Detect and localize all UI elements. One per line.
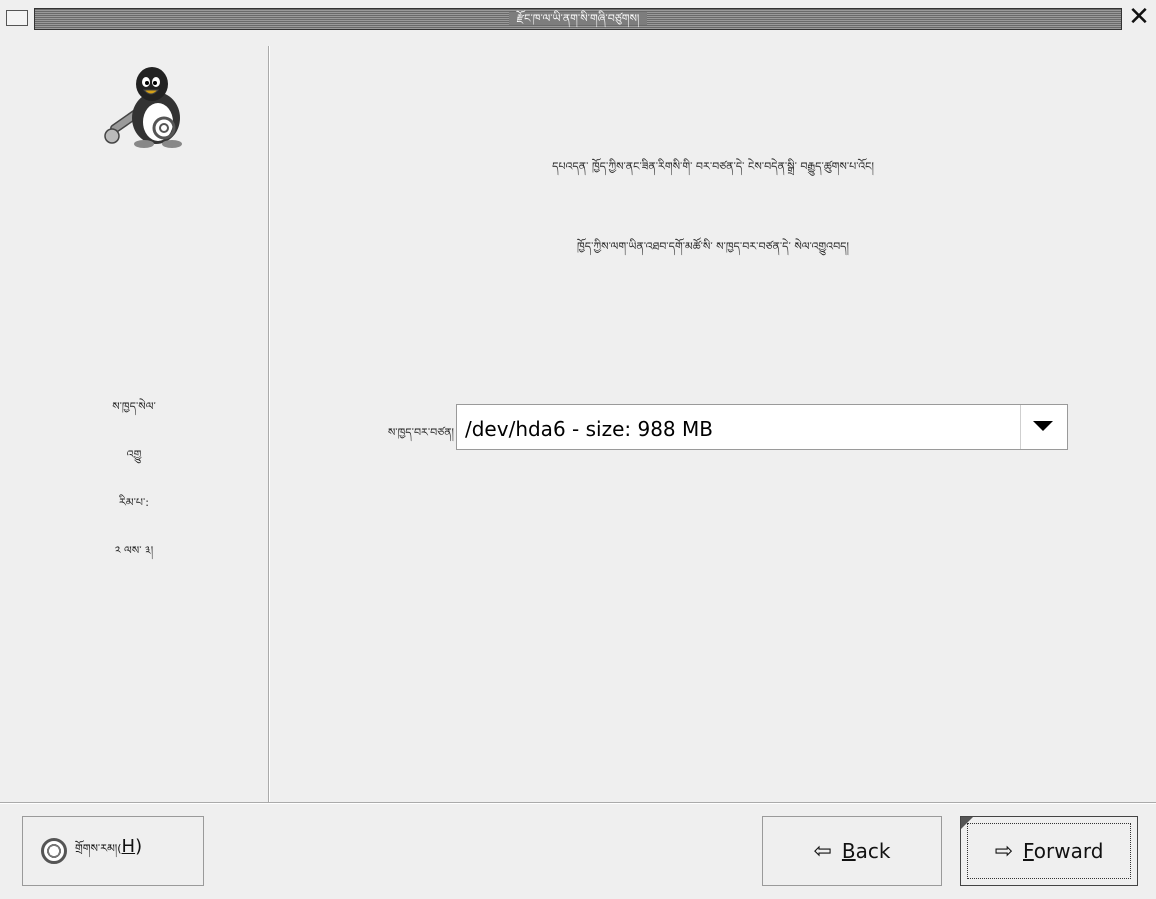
forward-button[interactable]: ⇨ Forward [960, 816, 1138, 886]
dropdown-button[interactable] [1020, 405, 1067, 449]
step-name: འགྱུ [126, 448, 142, 461]
back-button-label: Back [842, 839, 891, 863]
partition-select[interactable]: /dev/hda6 - size: 988 MB [456, 404, 1068, 450]
chevron-down-icon [1033, 421, 1053, 431]
help-close-paren: ) [135, 835, 143, 857]
back-accel: B [841, 839, 856, 863]
back-arrow-icon: ⇦ [813, 838, 832, 864]
help-accel: H [121, 835, 136, 857]
step-counter: ༢ ལས་ ༣། [114, 544, 154, 557]
lifebuoy-icon [41, 838, 67, 864]
instruction-line-2: ཁྱོད་ཀྱིས་ལག་ཡིན་འཐབ་དགོ་མཚོ་སི་ ས་ཁྱད་བ… [577, 240, 849, 253]
instruction-line-1: དཔའདན་ ཁྱོད་ཀྱིས་ནང་ཟིན་རིགསི་གི་ བར་བཙན… [552, 160, 874, 173]
window-title-container: རྫོང་ཁ་ལ་ཡི་ནག་སི་གཞི་བཙུགས། [35, 9, 1121, 29]
help-button-label: གྲོགས་རམ།(H) [75, 836, 142, 867]
step-title: ས་ཁྱད་སེལ་ [112, 400, 156, 413]
partition-label: ས་ཁྱད་བར་བཙན། [387, 426, 454, 439]
close-icon[interactable]: ✕ [1126, 4, 1152, 32]
help-text: གྲོགས་རམ།( [75, 841, 122, 855]
back-button[interactable]: ⇦ Back [762, 816, 942, 886]
title-stripe[interactable]: རྫོང་ཁ་ལ་ཡི་ནག་སི་གཞི་བཙུགས། [34, 8, 1122, 30]
window-menu-button[interactable] [6, 10, 28, 26]
help-button[interactable]: གྲོགས་རམ།(H) [22, 816, 204, 886]
button-separator [0, 802, 1156, 804]
window-titlebar: རྫོང་ཁ་ལ་ཡི་ནག་སི་གཞི་བཙུགས། ✕ [0, 0, 1156, 34]
back-rest: ack [855, 839, 891, 863]
tux-tools-icon [104, 67, 182, 148]
focus-ring [967, 823, 1131, 879]
step-label: རིམ་པ་: [119, 496, 149, 509]
partition-select-value: /dev/hda6 - size: 988 MB [465, 417, 713, 441]
window-title: རྫོང་ཁ་ལ་ཡི་ནག་སི་གཞི་བཙུགས། [508, 12, 648, 25]
